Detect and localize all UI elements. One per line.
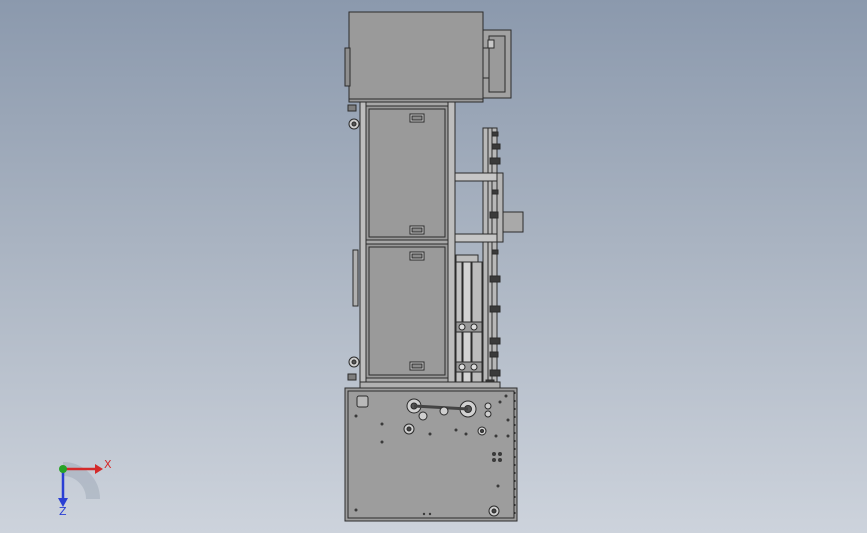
x-axis-arrow <box>95 464 103 474</box>
vertical-column <box>482 127 498 387</box>
hood-left-lip <box>344 47 351 87</box>
base-panel[interactable] <box>344 387 518 522</box>
orientation-triad: X Z <box>58 458 112 518</box>
top-hood[interactable] <box>344 11 512 103</box>
carriage-upper <box>455 321 483 333</box>
cabinet[interactable] <box>347 101 456 385</box>
cabinet-right-rail <box>447 101 456 385</box>
hood-handle <box>482 29 512 99</box>
lower-door[interactable] <box>365 243 449 379</box>
arm-vertical-link <box>496 172 504 243</box>
x-axis-label: X <box>104 458 112 471</box>
base-top-strip <box>359 381 501 389</box>
lower-arm <box>454 233 504 243</box>
motor-block <box>502 211 524 233</box>
base-square-port <box>356 395 369 408</box>
cabinet-left-rail <box>359 101 367 385</box>
hood-body <box>348 11 484 103</box>
right-mechanism[interactable] <box>454 127 524 387</box>
carriage-lower <box>455 361 483 373</box>
z-axis-label: Z <box>59 505 67 518</box>
cad-viewport[interactable]: X Z <box>0 0 867 533</box>
upper-arm <box>454 172 504 182</box>
y-axis-origin <box>59 465 67 473</box>
upper-door[interactable] <box>365 105 449 241</box>
left-fittings <box>347 104 360 381</box>
